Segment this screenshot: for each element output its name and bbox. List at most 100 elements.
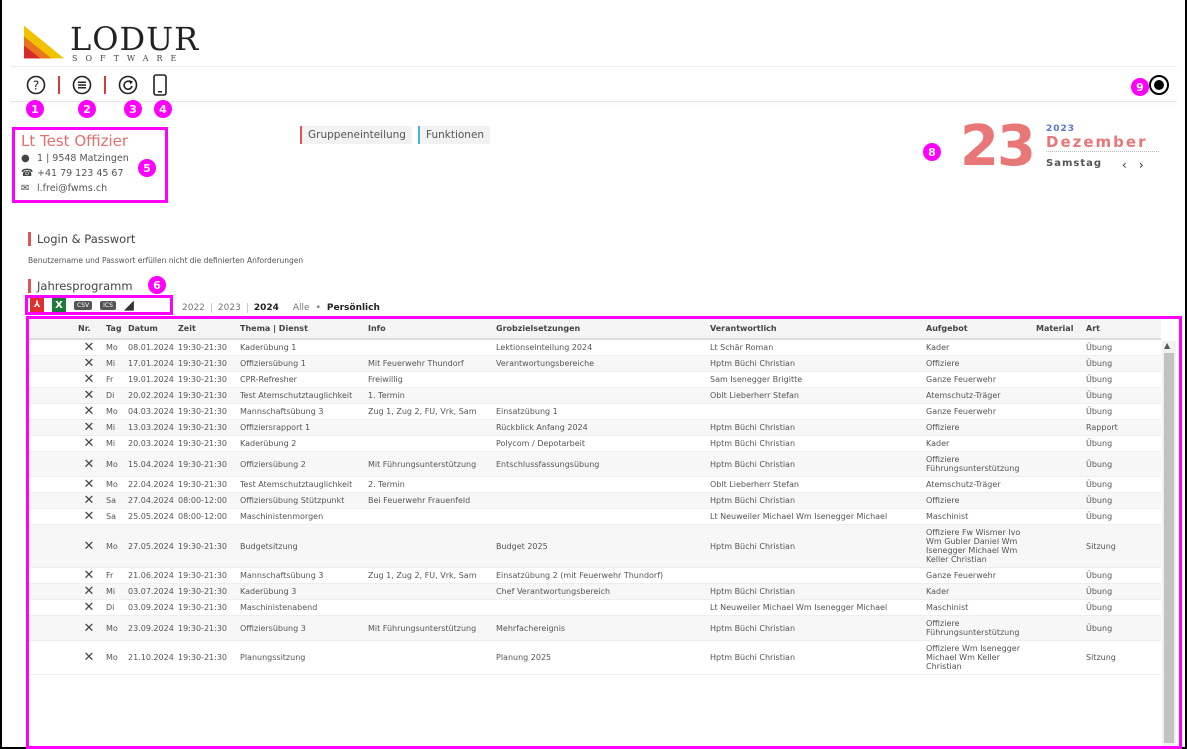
rss-icon[interactable]: ◢ [124, 298, 134, 313]
delete-row-icon[interactable]: ✕ [75, 403, 103, 420]
delete-row-icon[interactable]: ✕ [75, 387, 103, 404]
col-header[interactable]: Info [365, 319, 493, 340]
section-jahresprogramm[interactable]: Jahresprogramm [28, 279, 133, 293]
col-header[interactable]: Zeit [175, 319, 237, 340]
col-header[interactable]: Nr. [75, 319, 103, 340]
cell-info [365, 435, 493, 452]
help-icon[interactable]: ? [26, 75, 46, 95]
scrollbar[interactable]: ▲ [1162, 341, 1176, 746]
section-login[interactable]: Login & Passwort [28, 232, 135, 246]
table-row[interactable]: ✕ Mo 08.01.2024 19:30-21:30 Kaderübung 1 Lekt… [29, 339, 1161, 356]
export-toolbar: ⅄ X CSV ICS ◢ [25, 295, 173, 315]
delete-row-icon[interactable]: ✕ [75, 567, 103, 584]
cell-verant: Hptm Büchi Christian [707, 615, 923, 641]
table-row[interactable]: ✕ Fr 21.06.2024 19:30-21:30 Mannschaftsübung… [29, 567, 1161, 584]
cell-verant: Hptm Büchi Christian [707, 451, 923, 477]
excel-export-icon[interactable]: X [52, 298, 66, 312]
table-row[interactable]: ✕ Sa 27.04.2024 08:00-12:00 Offiziersübung S… [29, 492, 1161, 509]
cell-datum: 04.03.2024 [125, 403, 175, 420]
cell-aufgebot: Offiziere Führungsunterstützung [923, 615, 1033, 641]
table-row[interactable]: ✕ Mi 03.07.2024 19:30-21:30 Kaderübung 3 Chef… [29, 583, 1161, 600]
scrollbar-thumb[interactable] [1164, 353, 1174, 743]
tab-gruppeneinteilung[interactable]: Gruppeneinteilung [300, 126, 412, 144]
delete-row-icon[interactable]: ✕ [75, 615, 103, 641]
cell-material [1033, 524, 1083, 568]
ics-export-button[interactable]: ICS [100, 300, 116, 310]
delete-row-icon[interactable]: ✕ [75, 492, 103, 509]
delete-row-icon[interactable]: ✕ [75, 371, 103, 388]
cell-verant: Hptm Büchi Christian [707, 524, 923, 568]
col-header[interactable]: Datum [125, 319, 175, 340]
pdf-export-icon[interactable]: ⅄ [30, 298, 44, 312]
table-row[interactable]: ✕ Mo 15.04.2024 19:30-21:30 Offiziersübung 2… [29, 451, 1161, 477]
delete-row-icon[interactable]: ✕ [75, 476, 103, 493]
table-row[interactable]: ✕ Mi 13.03.2024 19:30-21:30 Offiziersrapport… [29, 419, 1161, 436]
table-row[interactable]: ✕ Sa 25.05.2024 08:00-12:00 Maschinistenmorg… [29, 508, 1161, 525]
col-header[interactable]: Aufgebot [923, 319, 1033, 340]
chevron-right-icon[interactable]: › [1139, 158, 1144, 172]
cell-tag: Di [103, 387, 125, 404]
cell-thema: Offiziersübung 3 [237, 615, 365, 641]
cell-tag: Mo [103, 451, 125, 477]
delete-row-icon[interactable]: ✕ [75, 419, 103, 436]
table-row[interactable]: ✕ Mi 20.03.2024 19:30-21:30 Kaderübung 2 Poly… [29, 435, 1161, 452]
year-link-2022[interactable]: 2022 [182, 303, 205, 313]
table-row[interactable]: ✕ Mo 04.03.2024 19:30-21:30 Mannschaftsübung… [29, 403, 1161, 420]
cell-aufgebot: Offiziere [923, 492, 1033, 509]
cell-material [1033, 403, 1083, 420]
delete-row-icon[interactable]: ✕ [75, 435, 103, 452]
mobile-icon[interactable] [150, 74, 170, 96]
delete-row-icon[interactable]: ✕ [75, 451, 103, 477]
delete-row-icon[interactable]: ✕ [75, 640, 103, 675]
record-icon[interactable] [1149, 75, 1169, 95]
cell-ziel [493, 492, 707, 509]
col-header[interactable]: Thema | Dienst [237, 319, 365, 340]
cell-tag: Fr [103, 371, 125, 388]
table-row[interactable]: ✕ Di 03.09.2024 19:30-21:30 Maschinistenaben… [29, 599, 1161, 616]
year-link-2023[interactable]: 2023 [218, 303, 241, 313]
table-row[interactable]: ✕ Mi 17.01.2024 19:30-21:30 Offiziersübung 1… [29, 355, 1161, 372]
toolbar-separator [104, 76, 106, 94]
table-row[interactable]: ✕ Mo 21.10.2024 19:30-21:30 Planungssitzung P… [29, 640, 1161, 675]
mail-icon: ✉ [21, 183, 30, 194]
user-phone[interactable]: +41 79 123 45 67 [37, 168, 124, 179]
table-row[interactable]: ✕ Fr 19.01.2024 19:30-21:30 CPR-Refresher Fre… [29, 371, 1161, 388]
table-row[interactable]: ✕ Di 20.02.2024 19:30-21:30 Test Atemschutzt… [29, 387, 1161, 404]
delete-row-icon[interactable]: ✕ [75, 339, 103, 356]
delete-row-icon[interactable]: ✕ [75, 508, 103, 525]
year-link-2024[interactable]: 2024 [254, 303, 279, 313]
cell-aufgebot: Maschinist [923, 599, 1033, 616]
cell-verant: Hptm Büchi Christian [707, 640, 923, 675]
delete-row-icon[interactable]: ✕ [75, 355, 103, 372]
tab-funktionen[interactable]: Funktionen [417, 126, 491, 144]
cell-art: Übung [1083, 583, 1161, 600]
cell-tag: Mi [103, 583, 125, 600]
col-header[interactable]: Material [1033, 319, 1083, 340]
filter-personal[interactable]: Persönlich [327, 303, 380, 313]
user-email[interactable]: l.frei@fwms.ch [37, 183, 107, 194]
logo-text: LODUR [70, 20, 200, 58]
cell-material [1033, 435, 1083, 452]
list-icon[interactable] [72, 75, 92, 95]
scroll-up-icon[interactable]: ▲ [1164, 341, 1170, 350]
tab-bar: Gruppeneinteilung Funktionen [300, 126, 491, 144]
cell-thema: Budgetsitzung [237, 524, 365, 568]
col-header[interactable]: Grobzielsetzungen [493, 319, 707, 340]
col-header[interactable]: Verantwortlich [707, 319, 923, 340]
col-header[interactable]: Tag [103, 319, 125, 340]
delete-row-icon[interactable]: ✕ [75, 599, 103, 616]
csv-export-button[interactable]: CSV [74, 300, 93, 310]
table-row[interactable]: ✕ Mo 22.04.2024 19:30-21:30 Test Atemschutzt… [29, 476, 1161, 493]
cell-datum: 21.06.2024 [125, 567, 175, 584]
filter-all[interactable]: Alle [293, 303, 310, 313]
cell-material [1033, 615, 1083, 641]
cell-art: Sitzung [1083, 524, 1161, 568]
col-header[interactable]: Art [1083, 319, 1161, 340]
table-row[interactable]: ✕ Mo 27.05.2024 19:30-21:30 Budgetsitzung Bud… [29, 524, 1161, 568]
refresh-icon[interactable] [118, 75, 138, 95]
delete-row-icon[interactable]: ✕ [75, 524, 103, 568]
delete-row-icon[interactable]: ✕ [75, 583, 103, 600]
chevron-left-icon[interactable]: ‹ [1122, 158, 1127, 172]
user-name[interactable]: Lt Test Offizier [21, 133, 159, 149]
table-row[interactable]: ✕ Mo 23.09.2024 19:30-21:30 Offiziersübung 3… [29, 615, 1161, 641]
